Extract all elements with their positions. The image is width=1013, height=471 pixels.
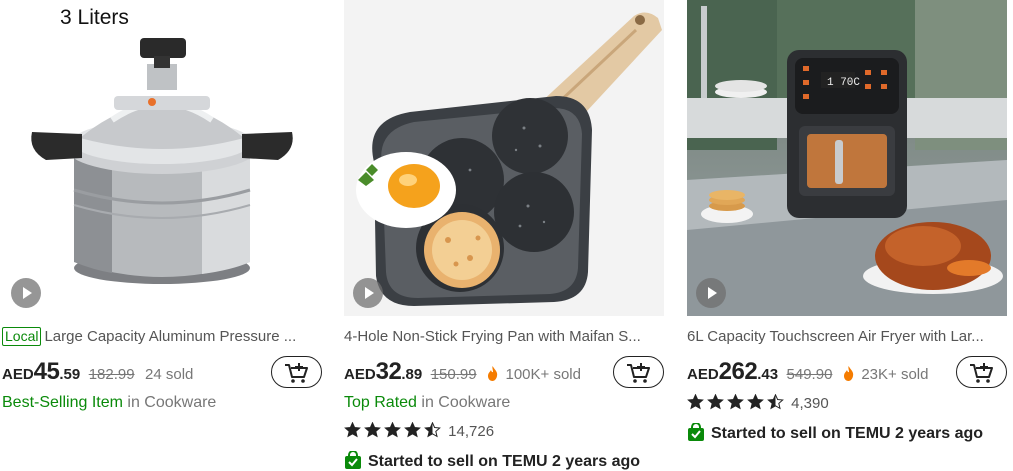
product-card[interactable]: 3 Liters Local Large Capacity Aluminum Pr… xyxy=(2,0,322,471)
category-tag[interactable]: Top Rated in Cookware xyxy=(344,393,510,413)
star-icon xyxy=(384,422,401,438)
play-icon[interactable] xyxy=(353,278,383,308)
rating-row[interactable]: 14,726 xyxy=(344,422,494,441)
seller-tenure: Started to sell on TEMU 2 years ago xyxy=(687,423,983,444)
star-rating xyxy=(687,394,787,412)
price-decimal: .43 xyxy=(757,366,779,383)
play-icon[interactable] xyxy=(11,278,41,308)
price-decimal: .89 xyxy=(401,366,423,383)
star-icon xyxy=(687,394,704,410)
add-to-cart-icon xyxy=(285,363,308,383)
sold-count: 100K+ sold xyxy=(505,366,581,383)
star-icon xyxy=(424,422,441,438)
add-to-cart-icon xyxy=(970,363,993,383)
flame-icon xyxy=(843,366,854,381)
sold-count: 23K+ sold xyxy=(861,366,929,383)
flame-icon xyxy=(488,366,498,381)
currency: AED xyxy=(344,366,376,383)
product-title-text: Large Capacity Aluminum Pressure ... xyxy=(44,328,297,345)
price-integer: 45 xyxy=(33,358,60,385)
price-integer: 262 xyxy=(718,358,758,385)
play-icon[interactable] xyxy=(696,278,726,308)
original-price: 549.90 xyxy=(786,366,833,383)
price-decimal: .59 xyxy=(59,366,81,383)
tag-highlight: Top Rated xyxy=(344,394,417,411)
product-title[interactable]: Local Large Capacity Aluminum Pressure ..… xyxy=(2,327,322,347)
star-icon xyxy=(767,394,784,410)
price-integer: 32 xyxy=(375,358,402,385)
star-icon xyxy=(364,422,381,438)
tag-category: in Cookware xyxy=(122,394,217,411)
local-badge: Local xyxy=(2,327,42,346)
review-count: 4,390 xyxy=(791,395,829,412)
original-price: 182.99 xyxy=(88,366,135,383)
star-icon xyxy=(747,394,764,410)
review-count: 14,726 xyxy=(448,423,495,440)
image-caption: 3 Liters xyxy=(60,6,129,29)
product-title[interactable]: 6L Capacity Touchscreen Air Fryer with L… xyxy=(687,327,1007,347)
sold-count: 24 sold xyxy=(145,366,194,383)
product-card[interactable]: 1 70C 6L Capacity Touchscreen Air Fryer … xyxy=(687,0,1007,471)
product-image[interactable] xyxy=(344,0,664,316)
star-rating xyxy=(344,422,444,440)
star-icon xyxy=(707,394,724,410)
shopping-bag-check-icon xyxy=(345,451,361,469)
seller-tenure: Started to sell on TEMU 2 years ago xyxy=(344,451,640,471)
add-to-cart-button[interactable] xyxy=(613,356,664,388)
svg-text:1 70C: 1 70C xyxy=(827,77,860,89)
product-card[interactable]: 4-Hole Non-Stick Frying Pan with Maifan … xyxy=(344,0,664,471)
shopping-bag-check-icon xyxy=(688,423,704,441)
add-to-cart-button[interactable] xyxy=(271,356,322,388)
add-to-cart-icon xyxy=(627,363,650,383)
add-to-cart-button[interactable] xyxy=(956,356,1007,388)
currency: AED xyxy=(2,366,34,383)
tag-highlight: Best-Selling Item xyxy=(2,394,123,411)
seller-tenure-text: Started to sell on TEMU 2 years ago xyxy=(368,453,641,470)
product-image[interactable]: 3 Liters xyxy=(2,0,322,316)
original-price: 150.99 xyxy=(430,366,477,383)
product-title[interactable]: 4-Hole Non-Stick Frying Pan with Maifan … xyxy=(344,327,664,347)
rating-row[interactable]: 4,390 xyxy=(687,394,829,413)
product-image[interactable]: 1 70C xyxy=(687,0,1007,316)
star-icon xyxy=(727,394,744,410)
currency: AED xyxy=(687,366,719,383)
star-icon xyxy=(344,422,361,438)
seller-tenure-text: Started to sell on TEMU 2 years ago xyxy=(711,425,984,442)
category-tag[interactable]: Best-Selling Item in Cookware xyxy=(2,393,216,413)
tag-category: in Cookware xyxy=(416,394,511,411)
star-icon xyxy=(404,422,421,438)
